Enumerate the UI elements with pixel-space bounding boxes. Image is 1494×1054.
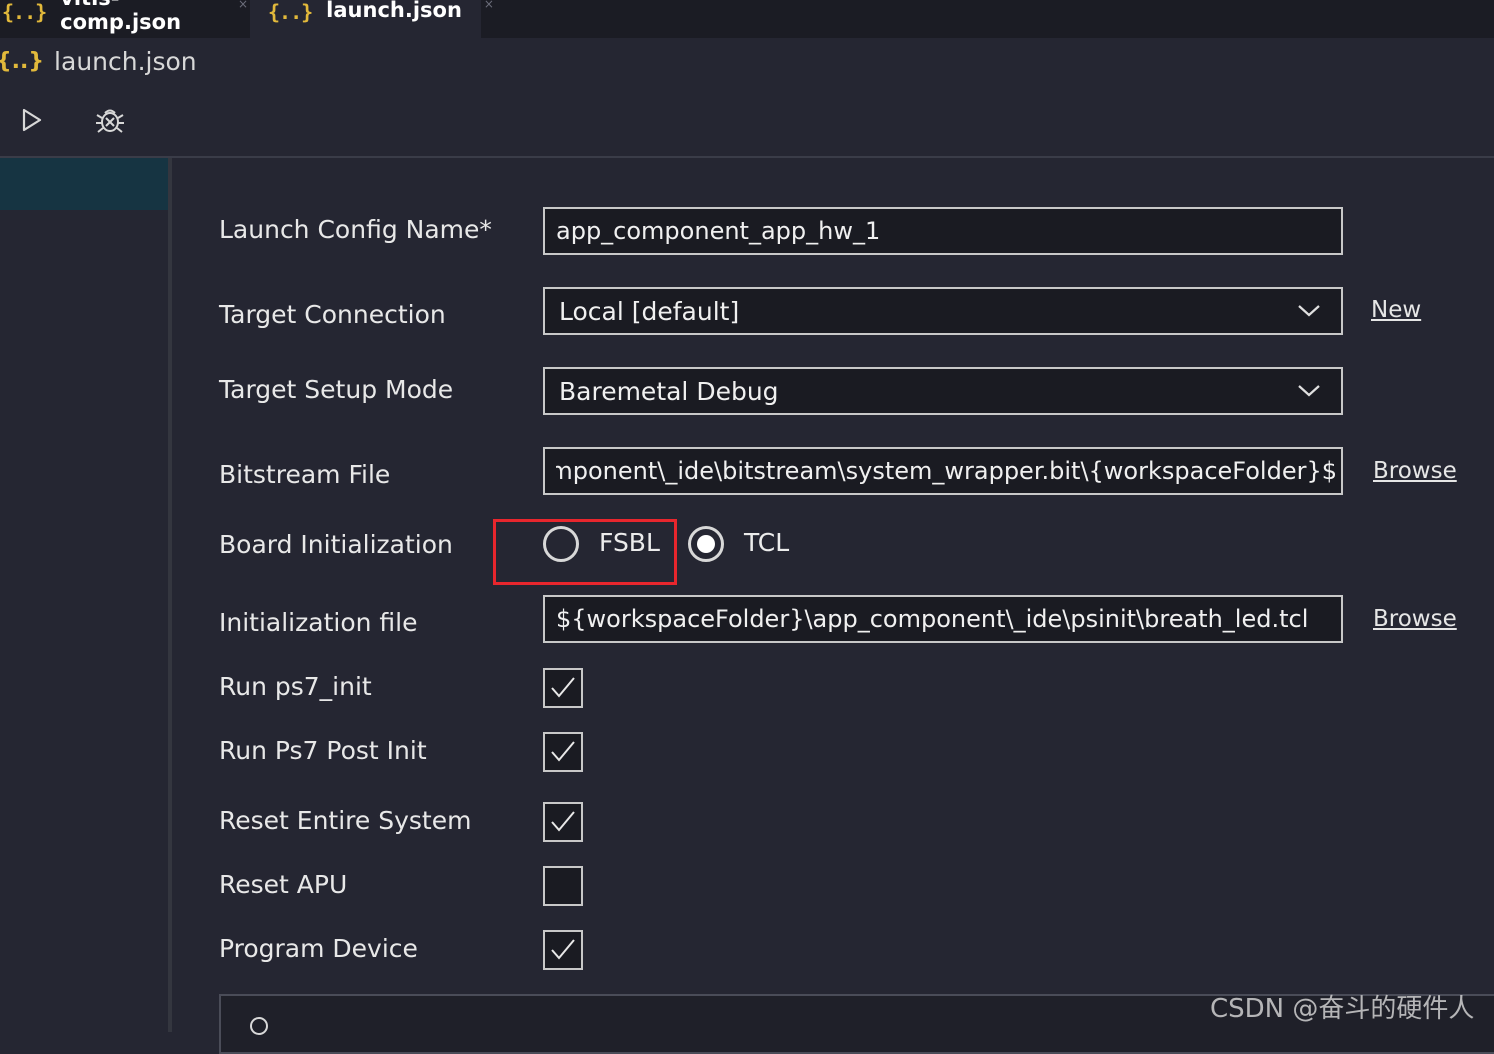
launch-config-name-value: app_component_app_hw_1 (556, 217, 881, 245)
toolbar-divider (0, 156, 1494, 158)
board-initialization-label: Board Initialization (219, 530, 453, 559)
checkmark-icon (551, 741, 575, 762)
target-connection-label: Target Connection (219, 300, 446, 329)
tab-label: launch.json (326, 0, 462, 22)
config-sidebar (0, 158, 168, 1032)
launch-config-name-label: Launch Config Name* (219, 215, 492, 244)
bitstream-browse-link[interactable]: Browse (1373, 458, 1457, 484)
editor-tab-bar: {..} vitis-comp.json × {..} launch.json … (0, 0, 1494, 38)
watermark: CSDN @奋斗的硬件人 (1210, 994, 1475, 1024)
checkmark-icon (551, 677, 575, 698)
launch-config-name-input[interactable]: app_component_app_hw_1 (543, 207, 1343, 255)
search-icon (250, 1017, 268, 1035)
bitstream-file-label: Bitstream File (219, 460, 391, 489)
json-file-icon: {..} (0, 48, 45, 74)
program-device-label: Program Device (219, 934, 418, 963)
initialization-browse-link[interactable]: Browse (1373, 606, 1457, 632)
sidebar-divider[interactable] (168, 158, 172, 1032)
program-device-checkbox[interactable] (543, 930, 583, 970)
breadcrumb[interactable]: {..} launch.json (0, 44, 197, 78)
initialization-file-label: Initialization file (219, 608, 418, 637)
run-ps7-init-checkbox[interactable] (543, 668, 583, 708)
reset-apu-label: Reset APU (219, 870, 348, 899)
tcl-radio-label[interactable]: TCL (744, 528, 789, 557)
json-file-icon: {..} (2, 0, 47, 24)
initialization-file-value: ${workspaceFolder}\app_component\_ide\ps… (556, 605, 1309, 633)
bitstream-file-value: ${workspaceFolder}\app_component\_ide\bi… (556, 457, 1337, 485)
sidebar-selected-item[interactable] (0, 158, 168, 210)
close-icon[interactable]: × (484, 0, 494, 11)
chevron-down-icon (1289, 291, 1329, 331)
tab-launch-json[interactable]: {..} launch.json × (250, 0, 494, 38)
close-icon[interactable]: × (238, 0, 248, 11)
tab-label: vitis-comp.json (60, 0, 182, 34)
checkmark-icon (551, 811, 575, 832)
initialization-file-input[interactable]: ${workspaceFolder}\app_component\_ide\ps… (543, 595, 1343, 643)
fsbl-radio[interactable] (543, 526, 579, 562)
run-button[interactable] (12, 100, 52, 140)
run-ps7-post-init-checkbox[interactable] (543, 732, 583, 772)
reset-apu-checkbox[interactable] (543, 866, 583, 906)
target-connection-value: Local [default] (559, 296, 740, 326)
debug-button[interactable] (90, 100, 130, 140)
new-connection-link[interactable]: New (1371, 297, 1421, 323)
tcl-radio[interactable] (688, 526, 724, 562)
bitstream-file-input[interactable]: ${workspaceFolder}\app_component\_ide\bi… (543, 447, 1343, 495)
play-icon (22, 108, 42, 132)
tab-vitis-comp-json[interactable]: {..} vitis-comp.json × (0, 0, 248, 38)
breadcrumb-file-label: launch.json (54, 46, 197, 76)
target-setup-mode-select[interactable]: Baremetal Debug (543, 367, 1343, 415)
bug-icon (96, 109, 124, 133)
target-connection-select[interactable]: Local [default] (543, 287, 1343, 335)
fsbl-radio-label[interactable]: FSBL (599, 528, 660, 557)
json-file-icon: {..} (268, 0, 313, 24)
run-ps7-init-label: Run ps7_init (219, 672, 372, 701)
run-ps7-post-init-label: Run Ps7 Post Init (219, 736, 427, 765)
target-setup-mode-value: Baremetal Debug (559, 376, 779, 406)
chevron-down-icon (1289, 371, 1329, 411)
checkmark-icon (551, 939, 575, 960)
reset-entire-system-label: Reset Entire System (219, 806, 472, 835)
target-setup-mode-label: Target Setup Mode (219, 375, 454, 404)
reset-entire-system-checkbox[interactable] (543, 802, 583, 842)
